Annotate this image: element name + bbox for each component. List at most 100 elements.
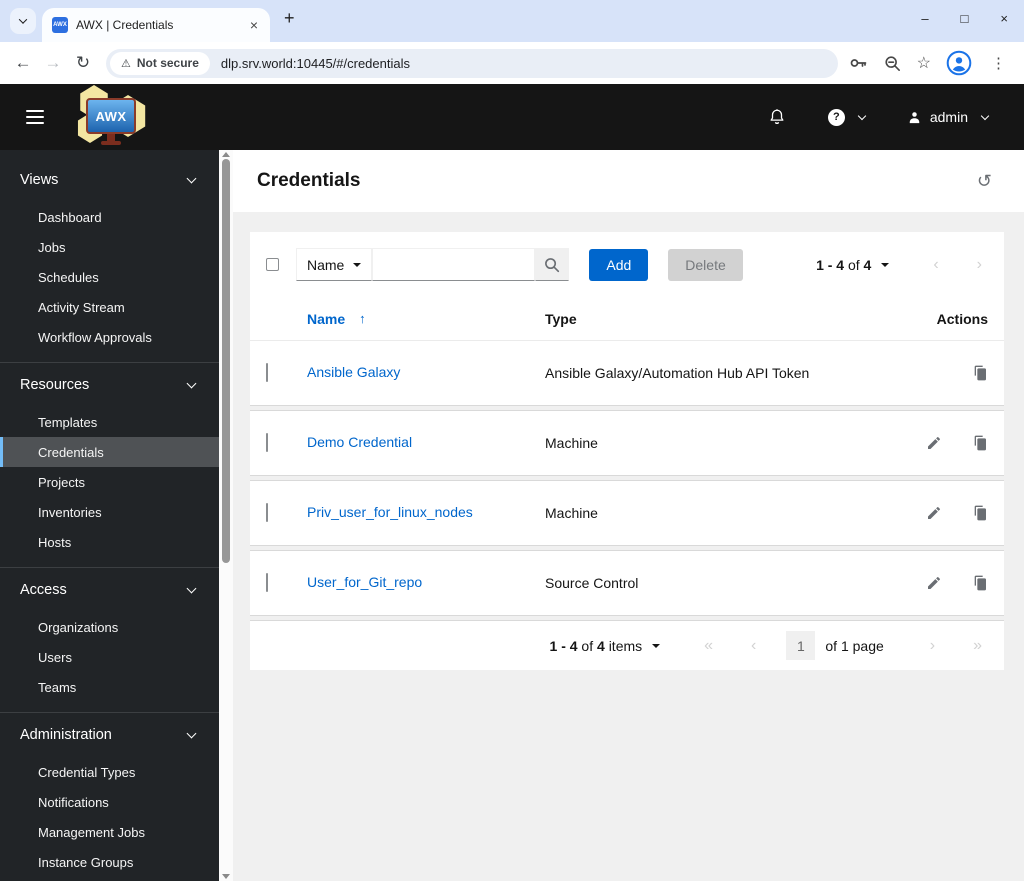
group-label: Access: [20, 582, 67, 598]
scroll-up-icon[interactable]: [222, 152, 230, 157]
chevron-down-icon: [980, 111, 990, 120]
credential-link[interactable]: Ansible Galaxy: [307, 364, 400, 380]
copy-credential-icon[interactable]: [972, 365, 988, 381]
table-row: User_for_Git_repo Source Control: [250, 551, 1004, 615]
profile-avatar-icon[interactable]: [946, 50, 972, 76]
back-button[interactable]: ←: [8, 53, 38, 73]
scrollbar-thumb[interactable]: [222, 159, 230, 563]
new-tab-button[interactable]: +: [278, 7, 301, 30]
row-checkbox[interactable]: [266, 503, 268, 522]
credentials-card: Name Add Delete 1 - 4 of 4 ‹ › Name ↑ Ty…: [250, 232, 1004, 670]
caret-down-icon[interactable]: [881, 262, 890, 267]
copy-credential-icon[interactable]: [972, 575, 988, 591]
current-page-input[interactable]: 1: [786, 631, 816, 660]
activity-history-icon[interactable]: ↺: [971, 170, 998, 193]
add-button[interactable]: Add: [589, 248, 649, 281]
sidebar-item-dashboard[interactable]: Dashboard: [0, 202, 219, 232]
sidebar-item-projects[interactable]: Projects: [0, 467, 219, 497]
row-checkbox[interactable]: [266, 433, 268, 452]
next-page-button[interactable]: ›: [971, 255, 988, 275]
site-security-chip[interactable]: ⚠ Not secure: [110, 51, 210, 75]
caret-down-icon: [353, 262, 362, 267]
search-input[interactable]: [372, 248, 536, 281]
browser-menu-icon[interactable]: ⋮: [987, 54, 1010, 72]
delete-button[interactable]: Delete: [668, 248, 743, 281]
window-minimize-button[interactable]: –: [921, 11, 928, 26]
search-button[interactable]: [535, 248, 570, 281]
scroll-down-icon[interactable]: [222, 874, 230, 879]
name-header-label: Name: [307, 310, 346, 327]
chevron-down-icon: [18, 15, 28, 24]
sidebar-item-schedules[interactable]: Schedules: [0, 262, 219, 292]
copy-credential-icon[interactable]: [972, 435, 988, 451]
group-label: Views: [20, 172, 59, 188]
prev-page-button[interactable]: ‹: [927, 255, 944, 275]
row-checkbox[interactable]: [266, 363, 268, 382]
last-page-button[interactable]: »: [967, 636, 988, 656]
table-row: Priv_user_for_linux_nodes Machine: [250, 481, 1004, 545]
sort-by-name-header[interactable]: Name ↑: [307, 311, 545, 327]
sidebar-group-toggle-administration[interactable]: Administration: [0, 713, 219, 757]
next-page-button[interactable]: ›: [924, 636, 941, 656]
copy-credential-icon[interactable]: [972, 505, 988, 521]
zoom-magnifier-icon[interactable]: [883, 54, 902, 73]
username-label: admin: [929, 109, 968, 125]
group-label: Administration: [20, 727, 112, 743]
tab-close-button[interactable]: ×: [246, 16, 262, 34]
sidebar-scrollbar[interactable]: [219, 150, 233, 881]
sidebar-group-toggle-views[interactable]: Views: [0, 158, 219, 202]
user-icon: [909, 111, 920, 123]
chevron-down-icon: [186, 583, 197, 593]
credential-link[interactable]: User_for_Git_repo: [307, 574, 422, 590]
edit-credential-icon[interactable]: [926, 575, 942, 591]
credential-link[interactable]: Priv_user_for_linux_nodes: [307, 504, 473, 520]
tab-search-button[interactable]: [10, 8, 36, 34]
browser-tab[interactable]: AWX AWX | Credentials ×: [42, 8, 270, 42]
credential-link[interactable]: Demo Credential: [307, 434, 412, 450]
search-icon: [545, 257, 560, 272]
sidebar-item-activity-stream[interactable]: Activity Stream: [0, 292, 219, 322]
user-menu[interactable]: admin: [907, 109, 990, 125]
sidebar-item-organizations[interactable]: Organizations: [0, 612, 219, 642]
edit-credential-icon[interactable]: [926, 435, 942, 451]
row-checkbox[interactable]: [266, 573, 268, 592]
help-icon: ?: [827, 108, 845, 126]
sidebar-group-toggle-access[interactable]: Access: [0, 568, 219, 612]
sidebar-item-workflow-approvals[interactable]: Workflow Approvals: [0, 322, 219, 352]
forward-button[interactable]: →: [38, 53, 68, 73]
select-all-checkbox[interactable]: [266, 258, 279, 271]
prev-page-button[interactable]: ‹: [745, 636, 762, 656]
awx-logo[interactable]: AWX: [72, 85, 150, 147]
edit-credential-icon[interactable]: [926, 505, 942, 521]
sidebar-item-notifications[interactable]: Notifications: [0, 787, 219, 817]
pagination-items-label: 1 - 4 of 4 items: [549, 637, 643, 654]
password-key-icon[interactable]: [848, 53, 868, 73]
window-close-button[interactable]: ×: [1000, 11, 1008, 26]
tab-title: AWX | Credentials: [76, 18, 174, 32]
url-text[interactable]: dlp.srv.world:10445/#/credentials: [221, 56, 410, 71]
filter-field-select[interactable]: Name: [296, 248, 373, 281]
nav-toggle-hamburger-icon[interactable]: [22, 103, 48, 132]
reload-button[interactable]: ↻: [68, 53, 98, 73]
address-bar[interactable]: ⚠ Not secure dlp.srv.world:10445/#/crede…: [106, 48, 838, 78]
help-menu[interactable]: ?: [827, 108, 867, 126]
main-content: Credentials ↺ Name Add Delete 1 - 4 of 4…: [233, 150, 1024, 881]
page-count-label: of 1 page: [825, 637, 884, 654]
caret-down-icon[interactable]: [652, 643, 661, 648]
sidebar-item-credential-types[interactable]: Credential Types: [0, 757, 219, 787]
sidebar-item-jobs[interactable]: Jobs: [0, 232, 219, 262]
page-title: Credentials: [257, 170, 361, 191]
sidebar-group-toggle-resources[interactable]: Resources: [0, 363, 219, 407]
sidebar-item-instance-groups[interactable]: Instance Groups: [0, 847, 219, 877]
sidebar-item-teams[interactable]: Teams: [0, 672, 219, 702]
sidebar-item-templates[interactable]: Templates: [0, 407, 219, 437]
sidebar-item-hosts[interactable]: Hosts: [0, 527, 219, 557]
bookmark-star-icon[interactable]: ☆: [917, 53, 931, 73]
sidebar-item-users[interactable]: Users: [0, 642, 219, 672]
window-maximize-button[interactable]: □: [961, 11, 969, 26]
first-page-button[interactable]: «: [698, 636, 719, 656]
notifications-bell-icon[interactable]: [768, 107, 786, 127]
sidebar-item-credentials[interactable]: Credentials: [0, 437, 219, 467]
sidebar-item-management-jobs[interactable]: Management Jobs: [0, 817, 219, 847]
sidebar-item-inventories[interactable]: Inventories: [0, 497, 219, 527]
